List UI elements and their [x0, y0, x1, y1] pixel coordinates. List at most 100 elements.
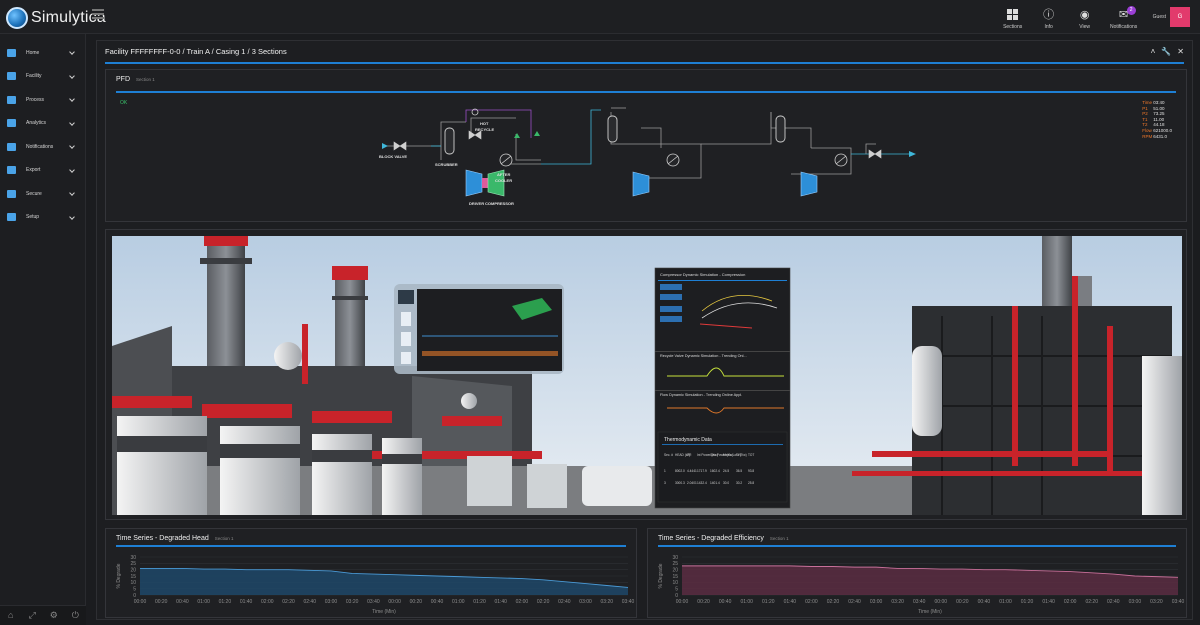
view-button[interactable]: ◉ View: [1067, 0, 1103, 34]
export-icon: [7, 166, 16, 175]
thermo-header: PR: [687, 453, 692, 457]
pfd-panel: PFD Section 1 OK BLOCK VALVE SCRUBBER HO…: [105, 69, 1187, 222]
x-tick-label: 01:00: [197, 599, 210, 605]
sidebar-item-setup[interactable]: Setup: [0, 206, 85, 230]
gear-icon[interactable]: ⚙: [49, 611, 58, 620]
x-tick-label: 03:20: [346, 599, 359, 605]
x-tick-label: 02:00: [516, 599, 529, 605]
fullscreen-icon[interactable]: ⤢: [28, 611, 37, 620]
facility-header-rule: [105, 62, 1184, 64]
x-tick-label: 03:40: [913, 599, 926, 605]
simulation-panels-window: Compressor Dynamic Simulation - Compress…: [654, 267, 791, 509]
notifications-button[interactable]: ✉ 2 Notifications: [1103, 0, 1145, 34]
x-tick-label: 01:40: [784, 599, 797, 605]
thermo-cell: 8002.0: [675, 469, 685, 473]
x-tick-label: 00:20: [155, 599, 168, 605]
grid-icon: [1006, 8, 1019, 21]
thermo-cell: 36.5: [736, 469, 742, 473]
sidebar-item-facility[interactable]: Facility: [0, 65, 85, 89]
degraded-efficiency-rule: [658, 545, 1176, 547]
x-tick-label: 01:20: [473, 599, 486, 605]
sidebar-item-process[interactable]: Process: [0, 88, 85, 112]
sidebar-item-label: Export: [26, 167, 41, 174]
x-tick-label: 00:00: [388, 599, 401, 605]
sidebar-item-export[interactable]: Export: [0, 159, 85, 183]
y-axis-label: % Degrade: [658, 563, 664, 588]
y-tick-label: 5: [133, 586, 136, 592]
y-axis-label: % Degrade: [116, 563, 122, 588]
facility-icon: [7, 72, 16, 81]
sections-label: Sections: [1003, 23, 1023, 30]
top-bar: Simulytica Sections ⓘ Info ◉ View ✉ 2 Not…: [0, 0, 1200, 34]
sidebar-item-notifications[interactable]: Notifications: [0, 135, 85, 159]
x-tick-label: 03:40: [367, 599, 380, 605]
sidebar-item-label: Home: [26, 49, 40, 56]
avatar[interactable]: G: [1170, 7, 1190, 27]
popup-title-2: Recycle Valve Dynamic Simulation - Trend…: [660, 354, 747, 358]
plant-3d-view[interactable]: Compressor Dynamic Simulation - Compress…: [112, 236, 1182, 515]
pfd-header: PFD Section 1: [106, 70, 1186, 88]
sidebar-item-analytics[interactable]: Analytics: [0, 112, 85, 136]
y-tick-label: 0: [675, 593, 678, 599]
x-axis-label: Time (Min): [372, 609, 396, 615]
thermo-cell: 93.8: [748, 469, 754, 473]
chevron-down-icon: [69, 143, 75, 149]
y-tick-label: 30: [672, 555, 678, 561]
info-label: Info: [1044, 23, 1053, 30]
home-icon[interactable]: ⌂: [6, 611, 15, 620]
x-axis-label: Time (Min): [918, 609, 942, 615]
menu-toggle-icon[interactable]: [92, 9, 104, 19]
x-tick-label: 03:20: [891, 599, 904, 605]
info-icon: ⓘ: [1043, 8, 1055, 21]
x-tick-label: 00:40: [431, 599, 444, 605]
app-logo[interactable]: Simulytica: [6, 6, 106, 30]
wrench-icon[interactable]: 🔧: [1161, 47, 1171, 56]
series-area: [682, 565, 1178, 595]
thermo-cell: 3: [664, 481, 666, 485]
readout-row: RPM 6431.0: [1142, 134, 1172, 140]
x-tick-label: 02:40: [303, 599, 316, 605]
x-tick-label: 01:00: [452, 599, 465, 605]
collapse-icon[interactable]: ˄: [1151, 47, 1156, 56]
degraded-efficiency-title: Time Series - Degraded Efficiency: [658, 535, 764, 542]
x-tick-label: 00:00: [134, 599, 147, 605]
x-tick-label: 02:20: [282, 599, 295, 605]
x-tick-label: 00:40: [719, 599, 732, 605]
x-tick-label: 01:20: [762, 599, 775, 605]
top-actions: Sections ⓘ Info ◉ View ✉ 2 Notifications …: [995, 0, 1200, 34]
y-tick-label: 15: [130, 574, 136, 580]
readout-key: RPM: [1142, 133, 1153, 139]
degraded-efficiency-chart[interactable]: 051015202530 00:00 00:20 00:40 01:00 01:20 01:…: [648, 551, 1188, 617]
pfd-readout: Time 03:40 P1 51.00 P2 73.25 T1 11.00 T2 44.18 Flo…: [1142, 100, 1172, 139]
y-tick-label: 25: [130, 561, 136, 567]
process-icon: [7, 95, 16, 104]
chevron-down-icon: [69, 166, 75, 173]
degraded-head-chart[interactable]: 051015202530 00:00 00:20 00:40 01:00 01:20 01:…: [106, 551, 638, 617]
user-menu[interactable]: Guest G: [1153, 7, 1190, 27]
pfd-header-rule: [116, 91, 1176, 93]
thermo-header: T?T: [736, 453, 742, 457]
label-compressor: COMPRESSOR: [485, 201, 514, 206]
sidebar-nav: Home Facility Process Analytics Notification…: [0, 34, 85, 229]
analytics-icon: [7, 119, 16, 128]
pfd-diagram[interactable]: BLOCK VALVE SCRUBBER HOT RECYCLE AFTER C…: [371, 98, 931, 218]
label-recycle: RECYCLE: [475, 127, 494, 132]
power-icon[interactable]: ⏻: [71, 611, 80, 620]
sections-button[interactable]: Sections: [995, 0, 1031, 34]
x-tick-label: 00:20: [697, 599, 710, 605]
x-tick-label: 03:00: [325, 599, 338, 605]
sidebar-item-secure[interactable]: Secure: [0, 182, 85, 206]
x-tick-label: 00:20: [410, 599, 423, 605]
degraded-head-header: Time Series - Degraded Head Section 1: [106, 529, 636, 543]
label-cooler: COOLER: [495, 178, 512, 183]
degraded-head-rule: [116, 545, 626, 547]
x-tick-label: 03:00: [579, 599, 592, 605]
x-tick-label: 02:40: [1107, 599, 1120, 605]
x-tick-label: 03:20: [601, 599, 614, 605]
chevron-down-icon: [69, 49, 75, 55]
degraded-head-panel: Time Series - Degraded Head Section 1 05…: [105, 528, 637, 618]
close-icon[interactable]: ✕: [1177, 47, 1184, 56]
sidebar-item-home[interactable]: Home: [0, 41, 85, 65]
info-button[interactable]: ⓘ Info: [1031, 0, 1067, 34]
chevron-down-icon: [69, 72, 75, 79]
